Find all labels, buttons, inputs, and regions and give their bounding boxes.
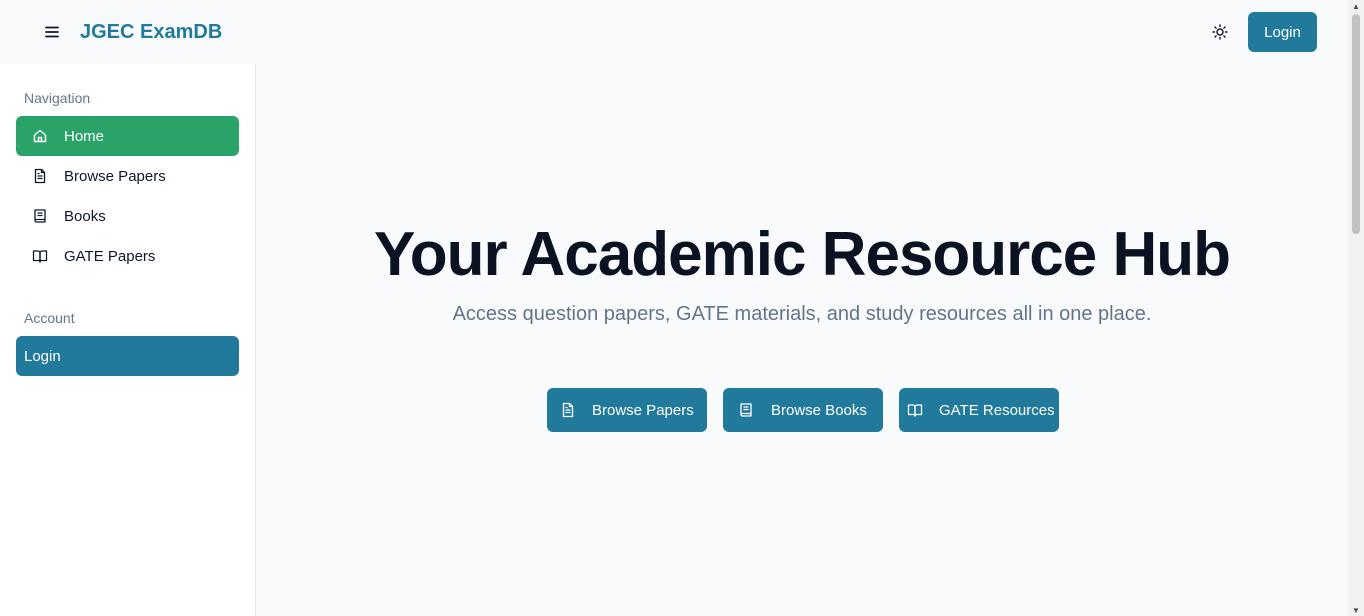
book-icon bbox=[738, 402, 754, 418]
sidebar-item-home[interactable]: Home bbox=[16, 116, 239, 156]
sidebar-item-label: Books bbox=[64, 207, 106, 225]
sidebar-item-label: Home bbox=[64, 127, 105, 145]
scroll-down-arrow-icon[interactable]: ▼ bbox=[1352, 606, 1360, 615]
sidebar-item-label: Browse Papers bbox=[64, 167, 166, 185]
browse-books-button[interactable]: Browse Books bbox=[723, 388, 883, 432]
book-icon bbox=[32, 208, 48, 224]
book-open-icon bbox=[32, 248, 48, 264]
sidebar-item-browse-papers[interactable]: Browse Papers bbox=[16, 156, 239, 196]
gate-resources-button[interactable]: GATE Resources bbox=[899, 388, 1059, 432]
hamburger-icon bbox=[45, 26, 59, 38]
header-login-button[interactable]: Login bbox=[1248, 12, 1317, 52]
navigation-section-title: Navigation bbox=[24, 90, 91, 106]
book-open-icon bbox=[907, 402, 923, 418]
sidebar-item-books[interactable]: Books bbox=[16, 196, 239, 236]
cta-label: Browse Papers bbox=[592, 401, 694, 419]
app-title[interactable]: JGEC ExamDB bbox=[80, 19, 222, 45]
home-icon bbox=[32, 128, 48, 144]
file-text-icon bbox=[560, 402, 576, 418]
page-scrollbar[interactable]: ▲ ▼ bbox=[1348, 0, 1364, 616]
sidebar: Navigation Home Browse Papers Books GATE… bbox=[0, 64, 256, 616]
main-content: Your Academic Resource Hub Access questi… bbox=[256, 64, 1348, 616]
cta-label: Browse Books bbox=[771, 401, 867, 419]
browse-papers-button[interactable]: Browse Papers bbox=[547, 388, 707, 432]
top-header: JGEC ExamDB Login bbox=[0, 0, 1348, 64]
cta-label: GATE Resources bbox=[939, 401, 1055, 419]
scroll-up-arrow-icon[interactable]: ▲ bbox=[1352, 2, 1360, 11]
sidebar-login-label: Login bbox=[24, 347, 61, 365]
scrollbar-thumb[interactable] bbox=[1352, 14, 1360, 234]
hero-title: Your Academic Resource Hub bbox=[373, 220, 1231, 289]
sidebar-item-label: GATE Papers bbox=[64, 247, 156, 265]
account-section-title: Account bbox=[24, 310, 75, 326]
sidebar-item-gate-papers[interactable]: GATE Papers bbox=[16, 236, 239, 276]
sun-icon bbox=[1212, 24, 1228, 40]
file-text-icon bbox=[32, 168, 48, 184]
sidebar-login-button[interactable]: Login bbox=[16, 336, 239, 376]
hero-subtitle: Access question papers, GATE materials, … bbox=[452, 303, 1152, 325]
theme-toggle-button[interactable] bbox=[1204, 16, 1236, 48]
menu-toggle-button[interactable] bbox=[36, 16, 68, 48]
